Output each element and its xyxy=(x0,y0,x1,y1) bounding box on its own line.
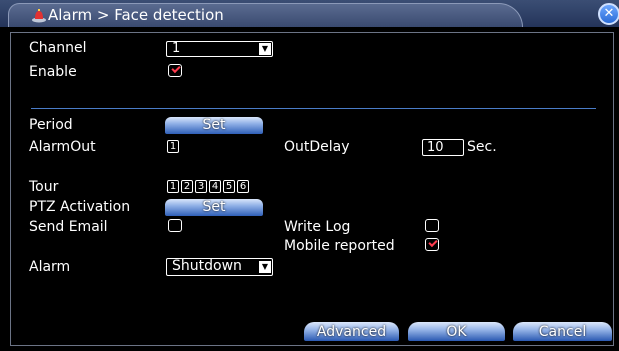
tour-channel-2[interactable]: 2 xyxy=(181,180,193,193)
alarm-icon xyxy=(32,9,46,23)
channel-select[interactable]: 1 ▼ xyxy=(166,41,273,57)
title-bar: Alarm > Face detection ✕ xyxy=(0,0,619,27)
alarmout-channel-1[interactable]: 1 xyxy=(167,140,179,153)
chevron-down-icon: ▼ xyxy=(259,43,271,55)
face-detection-dialog: Alarm > Face detection ✕ Channel 1 ▼ Ena… xyxy=(0,0,619,351)
ptz-activation-label: PTZ Activation xyxy=(29,199,131,215)
alarm-select[interactable]: Shutdown ▼ xyxy=(166,258,273,276)
mobile-reported-label: Mobile reported xyxy=(284,238,395,254)
outdelay-unit: Sec. xyxy=(467,139,497,155)
send-email-label: Send Email xyxy=(29,219,108,235)
enable-label: Enable xyxy=(29,64,77,80)
ok-button[interactable]: OK xyxy=(408,322,505,341)
period-set-button[interactable]: Set xyxy=(165,117,263,134)
alarm-label: Alarm xyxy=(29,259,71,275)
send-email-checkbox[interactable] xyxy=(168,219,182,232)
chevron-down-icon: ▼ xyxy=(259,261,271,273)
tour-channel-3[interactable]: 3 xyxy=(195,180,207,193)
alarm-value: Shutdown xyxy=(172,258,242,274)
write-log-label: Write Log xyxy=(284,219,351,235)
outdelay-value: 10 xyxy=(427,140,444,155)
close-icon[interactable]: ✕ xyxy=(598,3,619,25)
advanced-button[interactable]: Advanced xyxy=(304,322,399,341)
tour-channel-6[interactable]: 6 xyxy=(237,180,249,193)
channel-label: Channel xyxy=(29,40,87,56)
enable-checkbox[interactable] xyxy=(168,64,182,77)
period-label: Period xyxy=(29,117,73,133)
tour-channel-5[interactable]: 5 xyxy=(223,180,235,193)
window-title: Alarm > Face detection xyxy=(48,6,224,24)
tour-label: Tour xyxy=(29,179,59,195)
tour-channel-1[interactable]: 1 xyxy=(167,180,179,193)
mobile-reported-checkbox[interactable] xyxy=(425,238,439,251)
channel-value: 1 xyxy=(172,41,181,56)
tour-channel-4[interactable]: 4 xyxy=(209,180,221,193)
section-divider xyxy=(31,108,596,109)
outdelay-input[interactable]: 10 xyxy=(422,139,464,156)
ptz-set-button[interactable]: Set xyxy=(165,199,263,216)
settings-panel xyxy=(10,32,614,346)
write-log-checkbox[interactable] xyxy=(425,219,439,232)
cancel-button[interactable]: Cancel xyxy=(513,322,612,341)
outdelay-label: OutDelay xyxy=(284,139,350,155)
alarmout-label: AlarmOut xyxy=(29,139,96,155)
